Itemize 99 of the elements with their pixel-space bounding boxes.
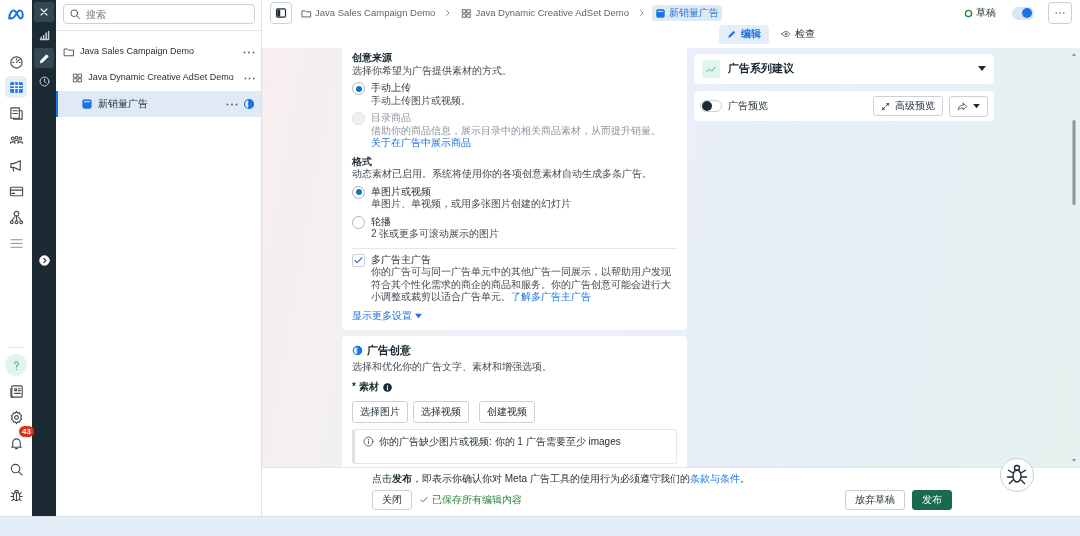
view-tab[interactable]: 编辑: [719, 25, 769, 44]
table-icon: [8, 79, 24, 95]
option-label: 多广告主广告: [371, 253, 432, 266]
section-title: 创意来源: [352, 52, 393, 65]
bar-chart-icon: [37, 28, 51, 42]
option-label: 轮播: [371, 215, 392, 228]
tree-item-label: Java Dynamic Creative AdSet Demo: [88, 72, 234, 84]
tool-item[interactable]: [34, 48, 54, 68]
panel-toggle-button[interactable]: [270, 2, 292, 24]
close-button[interactable]: [34, 2, 54, 22]
radio-button[interactable]: [352, 185, 365, 199]
section-title: 广告创意: [367, 344, 411, 358]
option-description: 借助你的商品信息，展示目录中的相关商品素材，从而提升销量。 关于在广告中展示商品: [371, 124, 662, 150]
more-options-icon: [1055, 11, 1065, 15]
close-button[interactable]: 关闭: [372, 489, 412, 510]
radio-button[interactable]: [352, 82, 365, 95]
clock-icon: [37, 74, 51, 88]
bell-icon: [8, 435, 24, 451]
nav-item[interactable]: [5, 76, 27, 98]
check-icon: [353, 254, 364, 266]
radio-button[interactable]: [352, 215, 365, 229]
view-tab[interactable]: 检查: [773, 25, 823, 44]
half-circle-icon: [243, 98, 255, 110]
search-icon: [69, 8, 81, 20]
option-description: 你的广告可与同一广告单元中的其他广告一同展示，以帮助用户发现符合其个性化需求的商企的商品和服务。你的广告创意可能会进行大小调整或裁剪以适合广告单元。了解多广告主广告: [371, 266, 672, 304]
option-description: 2 张或更多可滚动展示的图片: [371, 228, 500, 241]
panel-title: 广告系列建议: [728, 62, 794, 76]
tree-item[interactable]: Java Sales Campaign Demo: [56, 39, 261, 65]
expand-arrows-icon: [881, 101, 890, 111]
saved-status: 已保存所有编辑内容: [419, 493, 522, 506]
sidebar-icon: [275, 7, 287, 19]
caret-icon[interactable]: [978, 66, 986, 72]
trend-icon: [702, 60, 720, 78]
tree-item[interactable]: 新销量广告: [56, 91, 261, 117]
publish-button[interactable]: 发布: [912, 489, 952, 510]
notification-badge: 43: [19, 426, 34, 437]
ad-icon: [81, 98, 93, 110]
info-icon: [382, 383, 392, 392]
toggle-label: 广告预览: [728, 99, 768, 113]
tree-item-label: 新销量广告: [98, 97, 148, 111]
gauge-icon: [8, 53, 24, 69]
search-icon: [8, 461, 24, 477]
section-description: 动态素材已启用。系统将使用你的各项创意素材自动生成多条广告。: [352, 168, 653, 181]
section-title: 格式: [352, 155, 373, 168]
folder-icon: [301, 7, 312, 19]
option-label: 单图片或视频: [371, 185, 432, 198]
half-circle-icon: [352, 345, 363, 357]
option-label: 目录商品: [371, 112, 412, 125]
info-icon: [363, 436, 374, 448]
more-options-icon[interactable]: [243, 75, 255, 81]
status-ring-icon: [964, 8, 973, 18]
breadcrumb-link[interactable]: Java Dynamic Creative AdSet Demo: [458, 5, 633, 21]
grid-icon: [461, 7, 473, 19]
option-description: 单图片、单视频，或用多张图片创建的幻灯片: [371, 198, 571, 211]
option-label: 手动上传: [371, 82, 412, 95]
assistant-avatar[interactable]: [1000, 458, 1034, 492]
folder-icon: [63, 46, 75, 58]
caret-icon: [973, 103, 980, 109]
megaphone-icon: [8, 157, 24, 173]
terms-link[interactable]: 条款与条件: [689, 473, 740, 484]
share-icon: [957, 100, 968, 112]
section-description: 选择你希望为广告提供素材的方式。: [352, 64, 513, 77]
terms-notice: 点击发布，即表示你确认你对 Meta 广告工具的使用行为必须遵守我们的条款与条件。: [372, 473, 751, 486]
advanced-preview-button[interactable]: 高级预览: [873, 95, 943, 117]
status-label: 草稿: [964, 6, 996, 20]
caret-icon: [414, 312, 422, 320]
media-button[interactable]: 选择视频: [413, 400, 469, 424]
field-label: * 素材: [352, 381, 379, 394]
close-icon: [38, 6, 50, 18]
more-options-icon[interactable]: [243, 49, 255, 55]
discard-draft-button[interactable]: 放弃草稿: [845, 489, 905, 510]
show-more-link[interactable]: 显示更多设置: [352, 309, 422, 322]
toggle-switch[interactable]: [1012, 6, 1034, 20]
tree-item[interactable]: Java Dynamic Creative AdSet Demo: [56, 65, 261, 91]
section-description: 选择和优化你的广告文字、素材和增强选项。: [352, 360, 553, 374]
check-icon: [419, 494, 429, 505]
search-field[interactable]: 搜索: [63, 4, 255, 24]
bug-icon: [8, 487, 24, 503]
tree-item-label: Java Sales Campaign Demo: [80, 46, 195, 58]
newspaper-icon: [8, 383, 24, 399]
org-chart-icon: [8, 209, 24, 225]
grid-icon: [72, 72, 84, 84]
media-button[interactable]: 选择图片: [352, 400, 408, 424]
documents-icon: [8, 105, 24, 121]
eye-icon: [781, 29, 791, 40]
share-button[interactable]: [949, 95, 988, 117]
more-options-icon[interactable]: [226, 101, 238, 107]
learn-more-link[interactable]: 了解多广告主广告: [511, 291, 591, 302]
settings-icon: [8, 409, 24, 425]
pencil-icon: [727, 29, 737, 40]
media-button[interactable]: 创建视频: [479, 400, 535, 424]
checkbox[interactable]: [352, 253, 365, 267]
expand-icon[interactable]: [38, 255, 50, 266]
ad-icon: [655, 7, 667, 19]
breadcrumb-link[interactable]: Java Sales Campaign Demo: [298, 5, 439, 21]
pencil-icon: [37, 51, 51, 65]
warning-message: 你的广告缺少图片或视频: 你的 1 广告需要至少 images: [379, 436, 621, 449]
option-description: 手动上传图片或视频。: [371, 94, 471, 107]
breadcrumb-link[interactable]: 新销量广告: [652, 4, 723, 22]
